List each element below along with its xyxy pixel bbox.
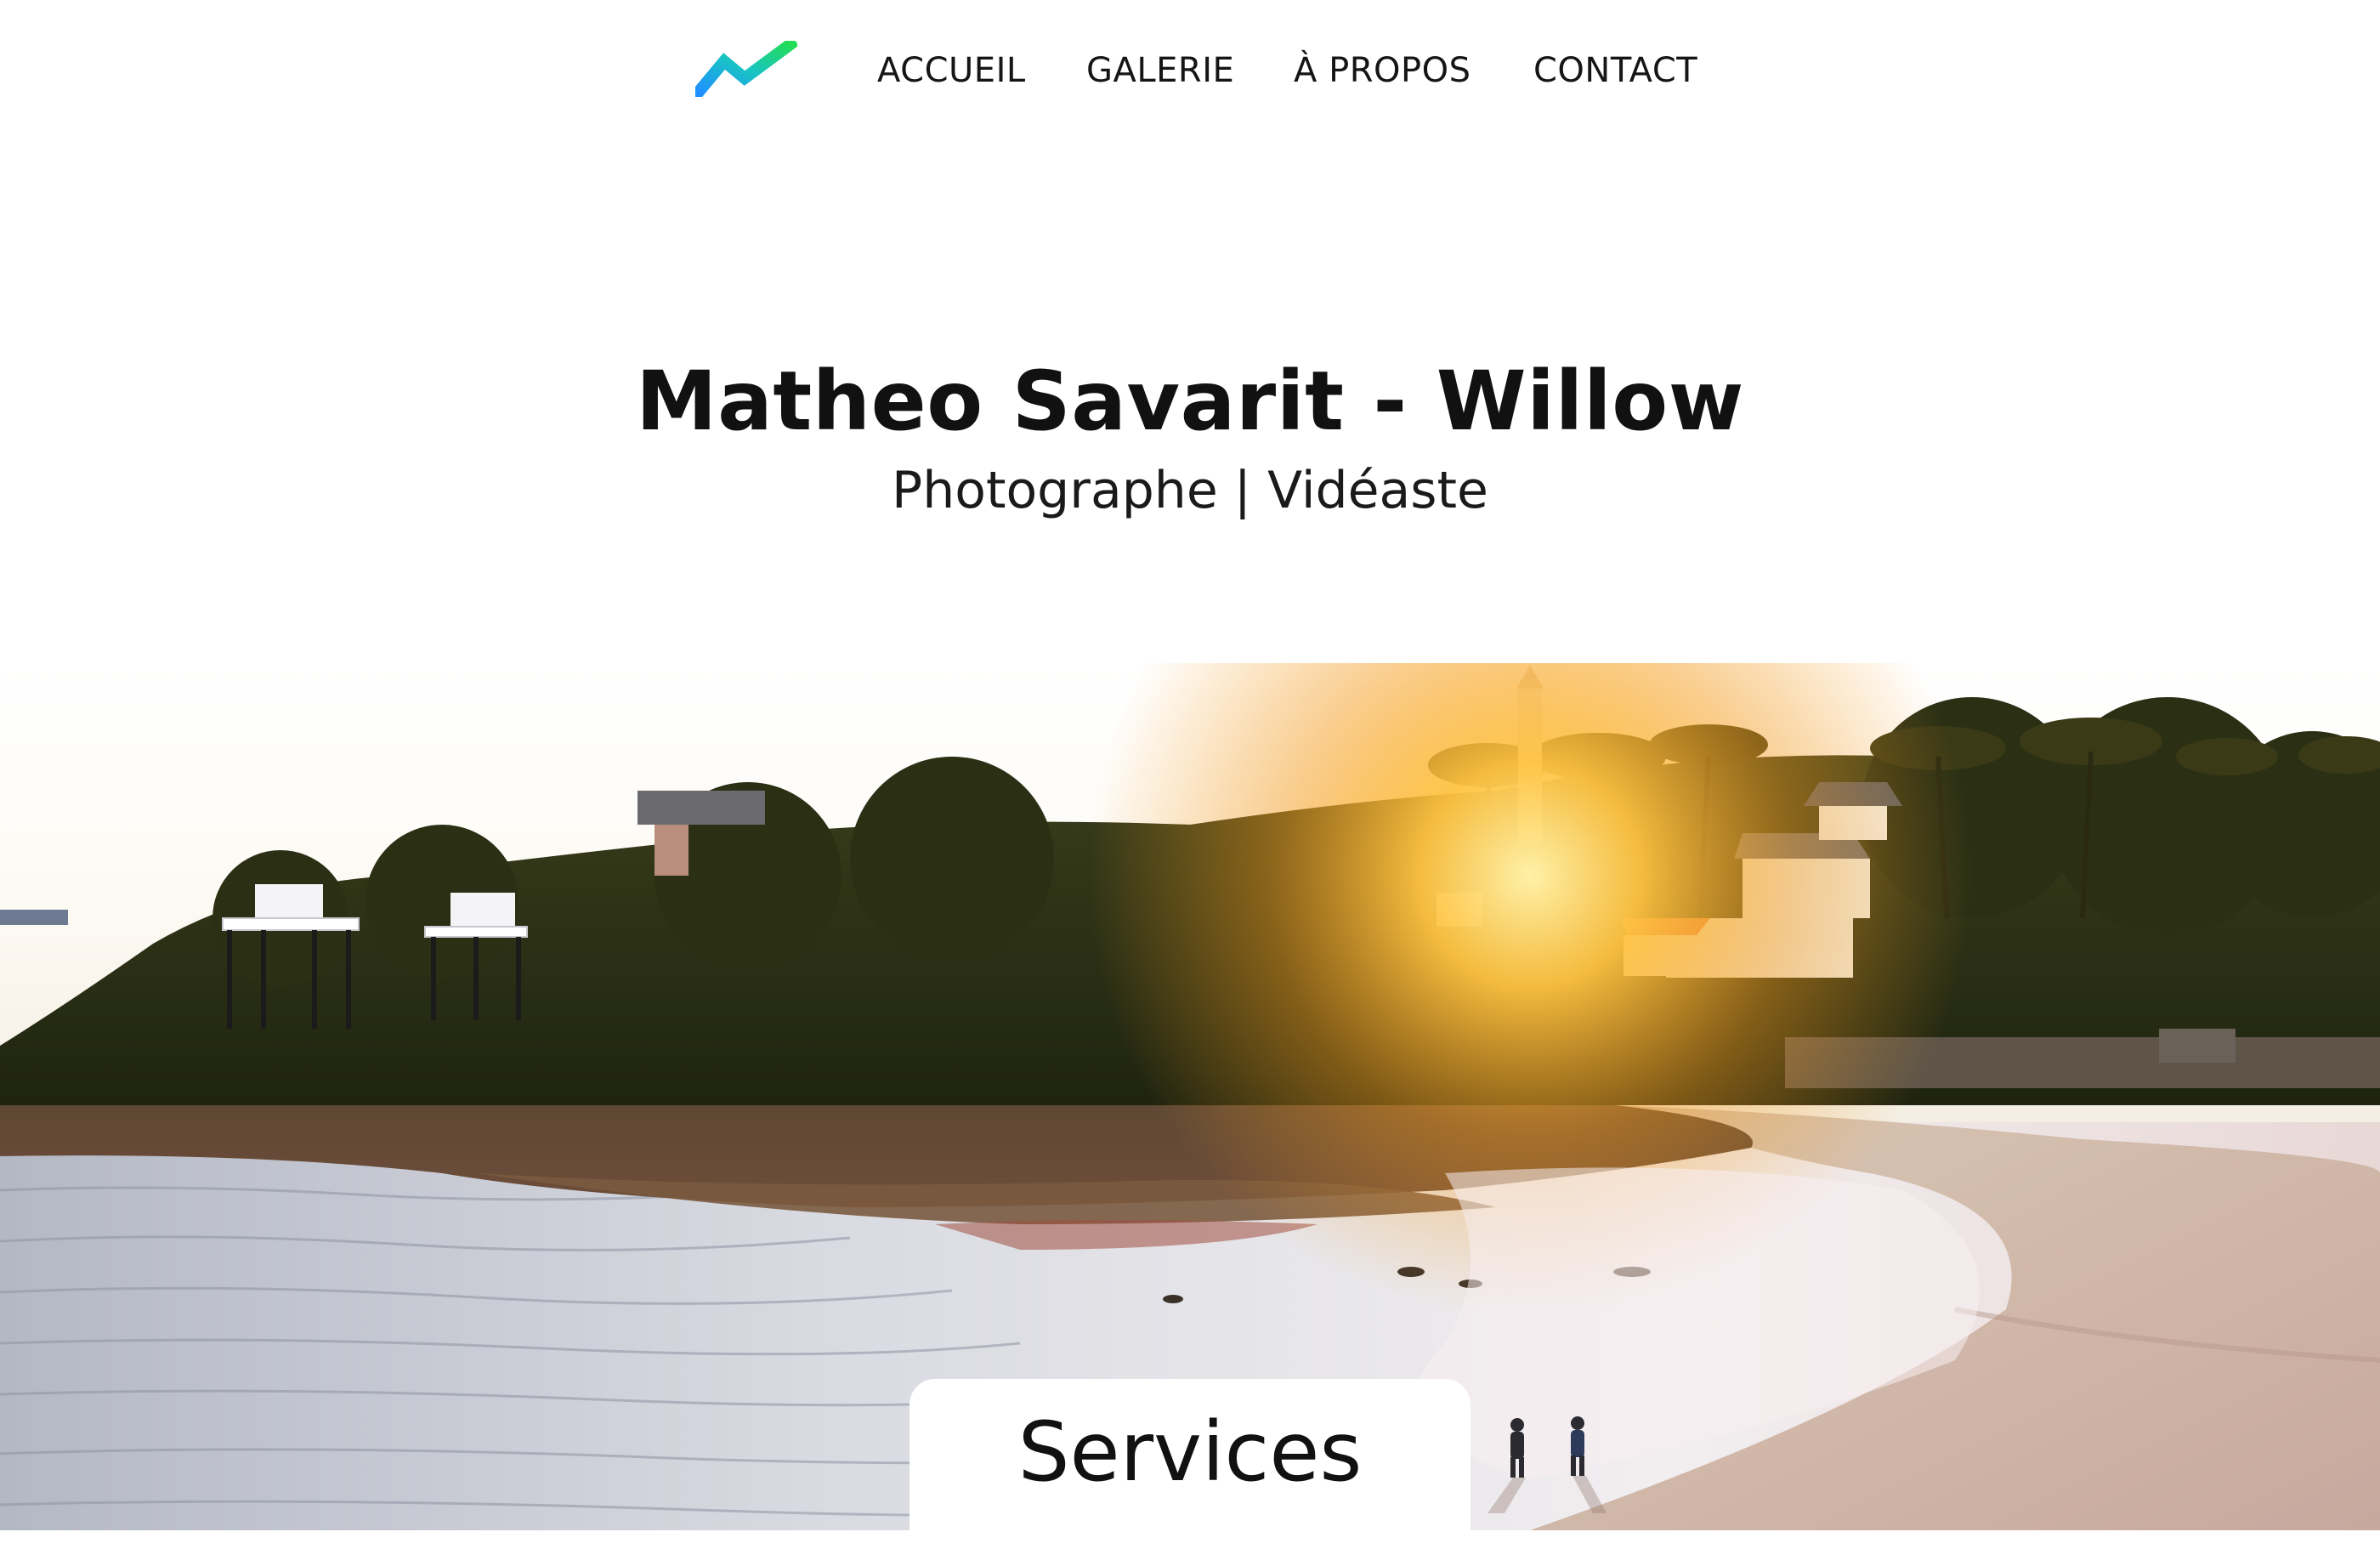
- nav-link-accueil[interactable]: ACCUEIL: [877, 49, 1026, 92]
- hero-subtitle: Photographe | Vidéaste: [892, 461, 1488, 520]
- nav-link-a-propos[interactable]: À PROPOS: [1294, 49, 1470, 92]
- zigzag-logo-icon[interactable]: [695, 41, 797, 97]
- services-heading: Services: [1017, 1404, 1363, 1500]
- services-card: Services: [910, 1379, 1470, 1549]
- nav-link-galerie[interactable]: GALERIE: [1086, 49, 1234, 92]
- nav-link-contact[interactable]: CONTACT: [1533, 49, 1697, 92]
- top-navigation: ACCUEIL GALERIE À PROPOS CONTACT: [0, 0, 2380, 145]
- hero-title: Matheo Savarit - Willow: [636, 354, 1744, 449]
